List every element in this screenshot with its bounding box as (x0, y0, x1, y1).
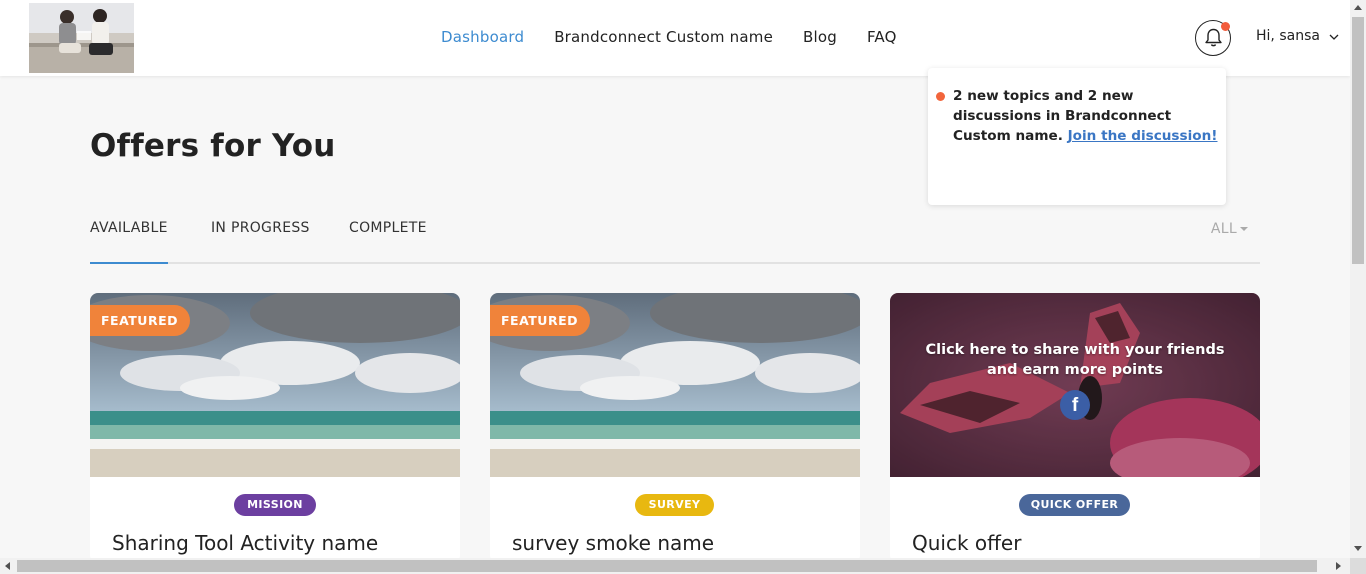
scroll-thumb[interactable] (1352, 17, 1364, 264)
brand-logo[interactable] (29, 3, 134, 73)
tab-available[interactable]: AVAILABLE (90, 220, 168, 264)
nav-blog[interactable]: Blog (803, 28, 837, 46)
scroll-up-arrow[interactable] (1354, 5, 1362, 10)
tab-complete[interactable]: COMPLETE (349, 220, 427, 236)
chevron-down-icon (1329, 28, 1339, 44)
offer-title[interactable]: Quick offer (912, 531, 1021, 555)
join-discussion-link[interactable]: Join the discussion! (1068, 128, 1218, 144)
tab-in-progress[interactable]: IN PROGRESS (211, 220, 310, 236)
vertical-scrollbar[interactable] (1350, 0, 1366, 558)
notification-message: 2 new topics and 2 new discussions in Br… (953, 86, 1221, 146)
offer-card[interactable]: FEATURED MISSION Sharing Tool Activity n… (90, 293, 460, 563)
nav-faq[interactable]: FAQ (867, 28, 897, 46)
offer-title[interactable]: Sharing Tool Activity name (112, 531, 378, 555)
share-prompt[interactable]: Click here to share with your friends an… (910, 340, 1240, 380)
user-greeting: Hi, sansa (1256, 28, 1320, 44)
filter-dropdown[interactable]: ALL (1211, 221, 1248, 237)
caret-down-icon (1240, 227, 1248, 231)
offer-image[interactable] (890, 293, 1260, 477)
notification-indicator (1221, 22, 1230, 31)
bell-icon (1205, 28, 1222, 47)
filter-label: ALL (1210, 221, 1237, 237)
nav-brandconnect[interactable]: Brandconnect Custom name (554, 28, 773, 46)
survey-badge: SURVEY (635, 494, 714, 516)
offer-tabs: AVAILABLE IN PROGRESS COMPLETE ALL (90, 218, 1260, 264)
quick-offer-badge: QUICK OFFER (1019, 494, 1130, 516)
scroll-down-arrow[interactable] (1354, 546, 1362, 551)
offer-card[interactable]: Click here to share with your friends an… (890, 293, 1260, 563)
scroll-left-arrow[interactable] (5, 562, 10, 570)
offer-card[interactable]: FEATURED SURVEY survey smoke name (490, 293, 860, 563)
unread-dot (936, 92, 945, 101)
featured-badge: FEATURED (90, 305, 190, 336)
facebook-icon[interactable]: f (1060, 390, 1090, 420)
scroll-thumb[interactable] (17, 560, 1317, 572)
user-menu[interactable]: Hi, sansa (1256, 28, 1339, 44)
scroll-right-arrow[interactable] (1336, 562, 1341, 570)
offer-title[interactable]: survey smoke name (512, 531, 714, 555)
featured-badge: FEATURED (490, 305, 590, 336)
nav-dashboard[interactable]: Dashboard (441, 28, 524, 46)
scrollbar-corner (1350, 558, 1366, 574)
horizontal-scrollbar[interactable] (0, 558, 1366, 574)
page-title: Offers for You (90, 128, 336, 164)
site-header: Dashboard Brandconnect Custom name Blog … (0, 0, 1350, 76)
main-nav: Dashboard Brandconnect Custom name Blog … (426, 28, 912, 46)
notification-popup: 2 new topics and 2 new discussions in Br… (928, 68, 1226, 205)
mission-badge: MISSION (234, 494, 316, 516)
